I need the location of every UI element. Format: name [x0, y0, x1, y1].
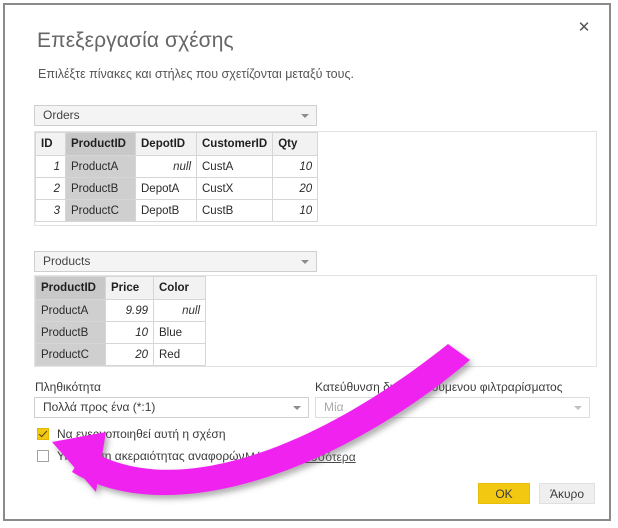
- ok-button[interactable]: OK: [478, 483, 530, 504]
- dialog-window: ✕ Επεξεργασία σχέσης Επιλέξτε πίνακες κα…: [3, 3, 611, 521]
- column-header[interactable]: Color: [153, 276, 206, 300]
- cell: 20: [272, 177, 319, 200]
- column-header-selected[interactable]: ProductID: [35, 276, 106, 300]
- cell: ProductC: [35, 343, 106, 366]
- cancel-button[interactable]: Άκυρο: [539, 483, 595, 504]
- cell: ProductC: [65, 199, 136, 222]
- cardinality-value: Πολλά προς ένα (*:1): [43, 400, 156, 414]
- column-header-selected[interactable]: ProductID: [65, 132, 136, 156]
- table-row: ProductA 9.99 null: [35, 299, 206, 322]
- cell: CustX: [195, 177, 274, 200]
- table-select-orders[interactable]: Orders: [34, 105, 317, 126]
- table-row: ProductC 20 Red: [35, 343, 206, 366]
- cell: CustA: [195, 155, 274, 178]
- table-row: 2 ProductB DepotA CustX 20: [35, 177, 319, 200]
- dialog-subtitle: Επιλέξτε πίνακες και στήλες που σχετίζον…: [38, 67, 354, 81]
- table-row: 3 ProductC DepotB CustB 10: [35, 199, 319, 222]
- orders-table: ID ProductID DepotID CustomerID Qty 1 Pr…: [35, 132, 319, 222]
- cross-filter-select[interactable]: Μία: [315, 397, 590, 418]
- cell: 10: [105, 321, 154, 344]
- table-select-products-value: Products: [43, 254, 91, 268]
- cell: CustB: [195, 199, 274, 222]
- data-preview-orders: ID ProductID DepotID CustomerID Qty 1 Pr…: [34, 131, 597, 226]
- cross-filter-label: Κατεύθυνση διασταυρούμενου φιλτραρίσματο…: [315, 380, 563, 394]
- cardinality-label: Πληθικότητα: [35, 380, 101, 394]
- cardinality-select[interactable]: Πολλά προς ένα (*:1): [34, 397, 309, 418]
- cell: ProductB: [65, 177, 136, 200]
- cell: 2: [35, 177, 66, 200]
- cell: ProductA: [65, 155, 136, 178]
- column-header[interactable]: DepotID: [135, 132, 197, 156]
- cell: 9.99: [105, 299, 154, 322]
- chevron-down-icon: [301, 113, 309, 118]
- products-table: ProductID Price Color ProductA 9.99 null…: [35, 276, 206, 366]
- column-header[interactable]: Price: [105, 276, 154, 300]
- cell: null: [153, 299, 206, 322]
- table-row: 1 ProductA null CustA 10: [35, 155, 319, 178]
- table-select-products[interactable]: Products: [34, 251, 317, 272]
- referential-integrity-checkbox[interactable]: Υιοθέτηση ακεραιότητας αναφορών: [37, 449, 245, 463]
- active-relationship-label: Να ενεργοποιηθεί αυτή η σχέση: [57, 427, 226, 441]
- page-title: Επεξεργασία σχέσης: [37, 29, 234, 52]
- data-preview-products: ProductID Price Color ProductA 9.99 null…: [34, 275, 597, 367]
- cell: Blue: [153, 321, 206, 344]
- column-header[interactable]: Qty: [272, 132, 319, 156]
- cell: DepotB: [135, 199, 197, 222]
- cell: null: [135, 155, 197, 178]
- dialog-surface: ✕ Επεξεργασία σχέσης Επιλέξτε πίνακες κα…: [9, 9, 605, 515]
- cell: ProductA: [35, 299, 106, 322]
- column-header[interactable]: CustomerID: [195, 132, 274, 156]
- table-row: ProductB 10 Blue: [35, 321, 206, 344]
- chevron-down-icon: [293, 405, 301, 410]
- close-icon[interactable]: ✕: [571, 15, 597, 39]
- cell: 1: [35, 155, 66, 178]
- cell: 3: [35, 199, 66, 222]
- referential-integrity-label: Υιοθέτηση ακεραιότητας αναφορών: [57, 449, 245, 463]
- learn-more-link[interactable]: Μάθετε περισσότερα: [245, 450, 356, 464]
- table-header-row: ProductID Price Color: [35, 276, 206, 300]
- active-relationship-checkbox[interactable]: Να ενεργοποιηθεί αυτή η σχέση: [37, 427, 226, 441]
- column-header[interactable]: ID: [35, 132, 66, 156]
- table-select-orders-value: Orders: [43, 108, 80, 122]
- cell: Red: [153, 343, 206, 366]
- cell: 10: [272, 155, 319, 178]
- table-header-row: ID ProductID DepotID CustomerID Qty: [35, 132, 319, 156]
- chevron-down-icon: [301, 259, 309, 264]
- cell: 10: [272, 199, 319, 222]
- cell: DepotA: [135, 177, 197, 200]
- cross-filter-value: Μία: [324, 400, 344, 414]
- cell: 20: [105, 343, 154, 366]
- cell: ProductB: [35, 321, 106, 344]
- chevron-down-icon: [574, 405, 582, 410]
- checkbox-unchecked-icon[interactable]: [37, 450, 49, 462]
- checkbox-checked-icon[interactable]: [37, 428, 49, 440]
